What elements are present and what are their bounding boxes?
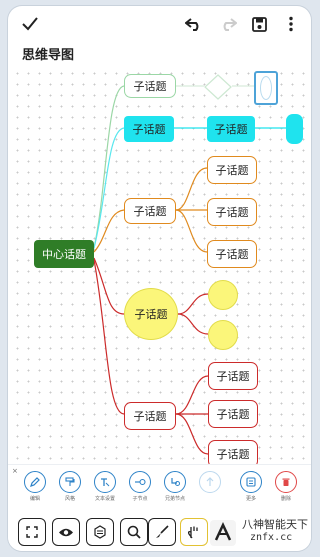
mindmap-canvas[interactable]: 中心话题 子话题 子话题 子话题 子话题 子话题 子话题 子话题 子话题 子话题…: [12, 68, 307, 468]
text-format-icon: [94, 471, 116, 493]
layout-icon[interactable]: [86, 518, 114, 546]
add-sibling-label: 兄弟节点: [164, 496, 185, 502]
eye-icon[interactable]: [52, 518, 80, 546]
subtopic-node[interactable]: 子话题: [124, 402, 176, 430]
more-vertical-icon[interactable]: [281, 14, 301, 34]
pencil-icon: [24, 471, 46, 493]
watermark-emblem-icon: [210, 520, 236, 546]
top-toolbar: [8, 6, 311, 42]
subtopic-node[interactable]: 子话题: [207, 156, 257, 184]
yellow-circle-node[interactable]: [208, 320, 238, 350]
move-up-button[interactable]: [195, 471, 225, 495]
cyan-shape-node[interactable]: [286, 114, 303, 144]
subtopic-node[interactable]: 子话题: [208, 362, 258, 390]
arrow-up-icon: [199, 471, 221, 493]
subtopic-node[interactable]: 子话题: [207, 116, 255, 142]
node-edit-toolbar: × 编辑 风格 文本设置 子节点 兄弟节点 更多 删除: [8, 464, 311, 514]
subtopic-node[interactable]: 子话题: [124, 288, 178, 340]
diamond-shape-node[interactable]: [204, 74, 232, 100]
zoom-search-icon[interactable]: [120, 518, 148, 546]
text-settings-label: 文本设置: [94, 496, 115, 502]
edit-label: 编辑: [29, 496, 40, 502]
add-child-node-icon: [129, 471, 151, 493]
redo-icon[interactable]: [218, 14, 238, 34]
subtopic-node[interactable]: 子话题: [124, 116, 174, 142]
watermark-url: znfx.cc: [250, 532, 293, 543]
delete-button[interactable]: 删除: [271, 471, 301, 502]
undo-icon[interactable]: [184, 14, 204, 34]
ellipse-shape: [260, 76, 272, 100]
brush-icon[interactable]: [148, 518, 176, 546]
save-icon[interactable]: [249, 14, 269, 34]
add-sibling-node-icon: [164, 471, 186, 493]
center-topic-node[interactable]: 中心话题: [34, 240, 94, 268]
fullscreen-icon[interactable]: [18, 518, 46, 546]
style-button[interactable]: 风格: [55, 471, 85, 502]
subtopic-node[interactable]: 子话题: [208, 400, 258, 428]
more-grid-icon: [240, 471, 262, 493]
watermark-logo: 八神智能天下 znfx.cc: [204, 516, 311, 551]
subtopic-node[interactable]: 子话题: [124, 198, 176, 224]
watermark-title: 八神智能天下: [242, 518, 308, 531]
text-settings-button[interactable]: 文本设置: [90, 471, 120, 502]
paint-roller-icon: [59, 471, 81, 493]
delete-label: 删除: [280, 496, 291, 502]
subtopic-node[interactable]: 子话题: [207, 198, 257, 226]
add-child-label: 子节点: [132, 496, 148, 502]
edit-button[interactable]: 编辑: [20, 471, 50, 502]
close-toolbar-button[interactable]: ×: [12, 467, 18, 475]
trash-icon: [275, 471, 297, 493]
more-button[interactable]: 更多: [236, 471, 266, 502]
style-label: 风格: [64, 496, 75, 502]
page-title: 思维导图: [22, 48, 75, 63]
add-child-button[interactable]: 子节点: [125, 471, 155, 502]
app-window: 思维导图 中心话题 子话题 子话题 子话题 子话题 子话题 子话题 子话题 子话…: [8, 6, 311, 551]
subtopic-node[interactable]: 子话题: [207, 240, 257, 268]
subtopic-node[interactable]: 子话题: [124, 74, 176, 98]
selected-shape-node[interactable]: [254, 71, 278, 105]
yellow-circle-node[interactable]: [208, 280, 238, 310]
check-icon[interactable]: [20, 14, 40, 34]
add-sibling-button[interactable]: 兄弟节点: [160, 471, 190, 502]
more-label: 更多: [245, 496, 256, 502]
